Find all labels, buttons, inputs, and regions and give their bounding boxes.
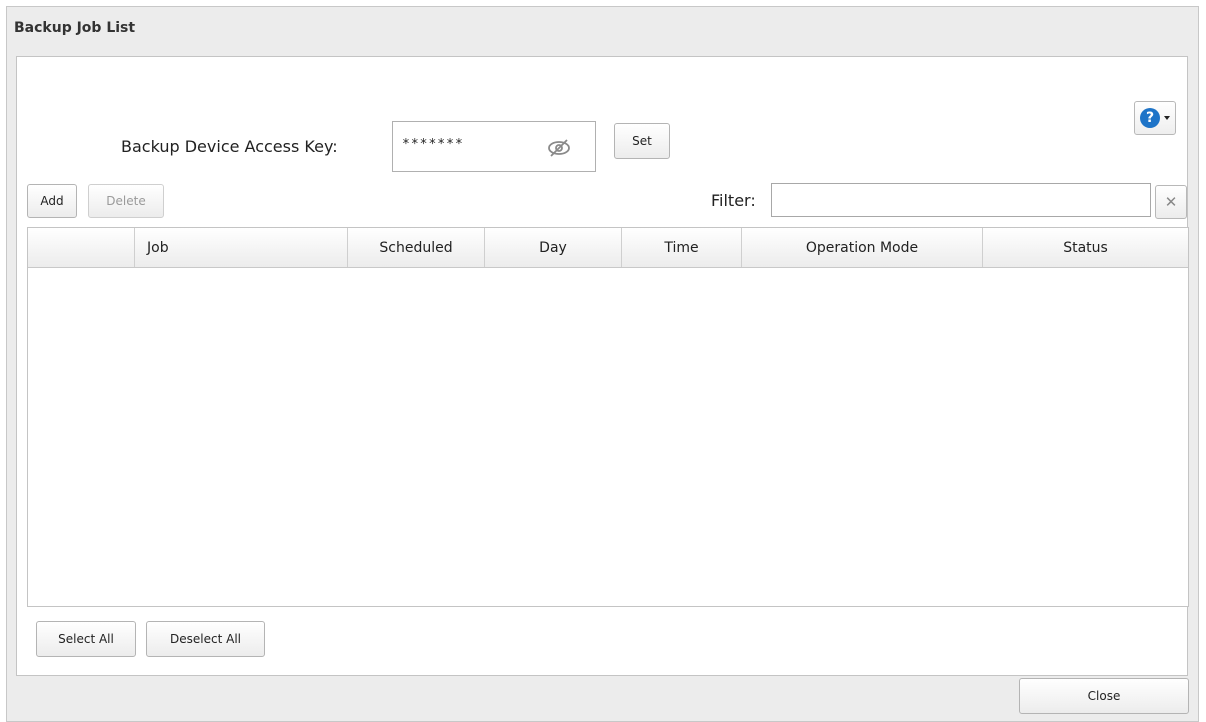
eye-slash-icon[interactable] xyxy=(547,138,571,162)
access-key-value: ******* xyxy=(402,137,464,152)
help-icon: ? xyxy=(1140,108,1160,128)
deselect-all-button[interactable]: Deselect All xyxy=(146,621,265,657)
backup-job-list-dialog: Backup Job List ? Backup Device Access K… xyxy=(6,6,1199,722)
column-header-time[interactable]: Time xyxy=(622,228,742,267)
column-header-status[interactable]: Status xyxy=(983,228,1188,267)
column-header-operation-mode[interactable]: Operation Mode xyxy=(742,228,983,267)
clear-filter-button[interactable]: ✕ xyxy=(1155,185,1187,219)
add-button[interactable]: Add xyxy=(27,184,77,218)
column-header-scheduled[interactable]: Scheduled xyxy=(348,228,485,267)
close-button[interactable]: Close xyxy=(1019,678,1189,714)
table-header: Job Scheduled Day Time Operation Mode St… xyxy=(28,228,1188,268)
help-button[interactable]: ? xyxy=(1134,101,1176,135)
filter-label: Filter: xyxy=(711,191,756,210)
dialog-title: Backup Job List xyxy=(14,20,136,36)
access-key-input[interactable]: ******* xyxy=(392,121,596,172)
close-icon: ✕ xyxy=(1164,193,1178,211)
access-key-label: Backup Device Access Key: xyxy=(121,137,338,156)
job-table: Job Scheduled Day Time Operation Mode St… xyxy=(27,227,1189,607)
column-header-day[interactable]: Day xyxy=(485,228,622,267)
select-all-button[interactable]: Select All xyxy=(36,621,136,657)
delete-button[interactable]: Delete xyxy=(88,184,164,218)
content-panel: ? Backup Device Access Key: ******* Set … xyxy=(16,56,1189,676)
column-header-job[interactable]: Job xyxy=(135,228,348,267)
filter-input[interactable] xyxy=(771,183,1151,217)
column-header-select[interactable] xyxy=(28,228,135,267)
chevron-down-icon xyxy=(1164,116,1170,120)
set-button[interactable]: Set xyxy=(614,123,670,159)
